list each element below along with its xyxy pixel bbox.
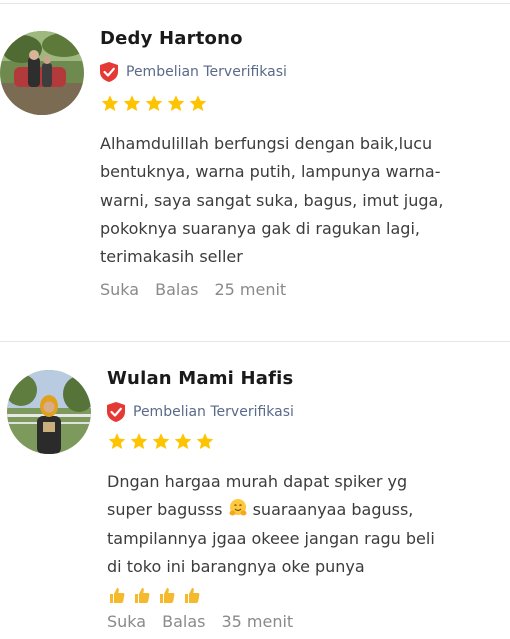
verified-label: Pembelian Terverifikasi bbox=[133, 404, 294, 420]
review-card: Wulan Mami Hafis Pembelian Terverifikasi… bbox=[0, 0, 510, 639]
star-icon bbox=[152, 433, 170, 450]
star-icon bbox=[174, 433, 192, 450]
reviewer-name[interactable]: Wulan Mami Hafis bbox=[107, 368, 293, 389]
hugging-face-emoji-icon bbox=[229, 499, 246, 516]
like-button[interactable]: Suka bbox=[107, 612, 146, 631]
review-actions: Suka Balas 35 menit bbox=[107, 612, 309, 631]
star-icon bbox=[108, 433, 126, 450]
thumbs-up-icon bbox=[110, 588, 125, 604]
review-time: 35 menit bbox=[221, 612, 294, 631]
avatar[interactable] bbox=[7, 370, 91, 454]
shield-check-icon bbox=[107, 402, 125, 422]
star-icon bbox=[196, 433, 214, 450]
thumbs-up-icon bbox=[135, 588, 150, 604]
verified-badge: Pembelian Terverifikasi bbox=[107, 402, 294, 422]
star-icon bbox=[130, 433, 148, 450]
thumbs-up-icons bbox=[107, 585, 202, 614]
star-rating bbox=[107, 432, 215, 451]
thumbs-up-icon bbox=[160, 588, 175, 604]
thumbs-up-icon bbox=[185, 588, 200, 604]
reply-button[interactable]: Balas bbox=[162, 612, 205, 631]
review-text: Dngan hargaa murah dapat spiker yg super… bbox=[107, 468, 447, 614]
